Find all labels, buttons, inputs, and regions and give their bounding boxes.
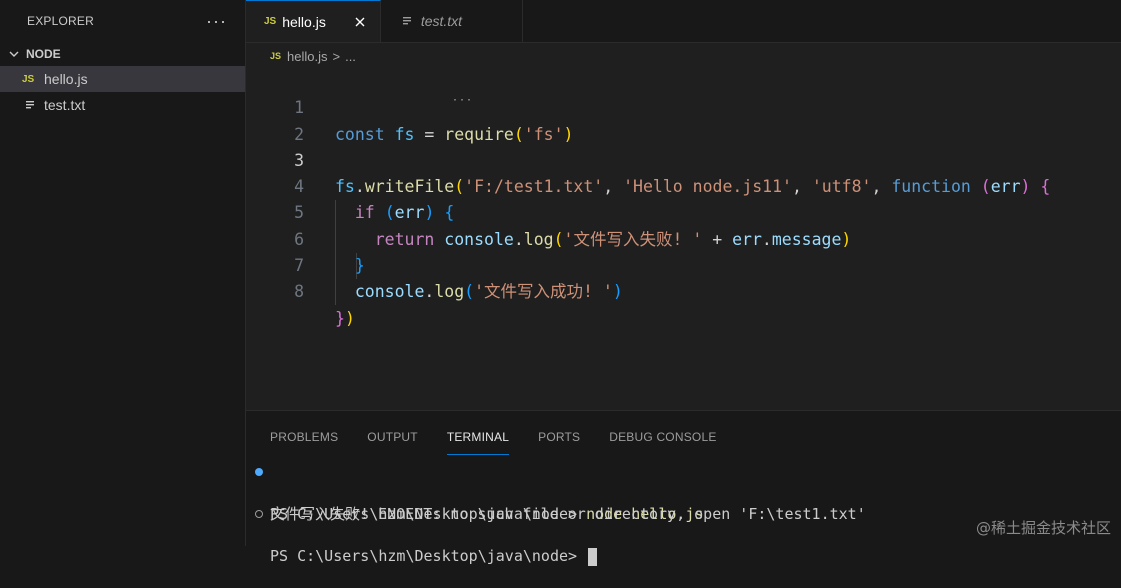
- breadcrumb-rest[interactable]: ...: [345, 49, 356, 64]
- terminal-line: 文件写入失败! ENOENT: no such file or director…: [246, 483, 1121, 523]
- tab-ports[interactable]: PORTS: [538, 430, 580, 455]
- text-file-icon: [22, 99, 38, 111]
- js-file-icon: JS: [270, 51, 282, 61]
- tab-label: hello.js: [282, 13, 326, 30]
- close-icon[interactable]: [352, 14, 368, 30]
- editor-tabbar: JS hello.js test.txt: [246, 0, 1121, 43]
- text-file-icon: [399, 15, 415, 27]
- terminal-prompt: PS C:\Users\hzm\Desktop\java\node>: [270, 547, 587, 565]
- code-line: 1 const fs = require('fs') ···: [246, 69, 1121, 144]
- file-item-test-txt[interactable]: test.txt: [0, 92, 245, 118]
- code-line: 2: [246, 95, 1121, 144]
- file-item-hello-js[interactable]: JS hello.js: [0, 66, 245, 92]
- breadcrumb: JS hello.js > ...: [246, 43, 1121, 69]
- tab-test-txt[interactable]: test.txt: [381, 0, 524, 42]
- folder-label: NODE: [26, 47, 61, 61]
- breadcrumb-separator: >: [332, 48, 341, 64]
- command-pending-icon: [255, 510, 263, 518]
- file-label: hello.js: [44, 71, 88, 87]
- code-line: 5 return console.log('文件写入失败! ' + err.me…: [246, 174, 1121, 248]
- code-text: console.log('文件写入成功! '): [354, 282, 623, 302]
- terminal-line: PS C:\Users\hzm\Desktop\java\node> node …: [246, 462, 1121, 523]
- tab-hello-js[interactable]: JS hello.js: [246, 0, 381, 42]
- terminal-cursor: [588, 547, 598, 566]
- line-number: 8: [294, 282, 304, 302]
- tab-problems[interactable]: PROBLEMS: [270, 430, 338, 455]
- breadcrumb-file[interactable]: hello.js: [287, 49, 327, 64]
- tab-debug-console[interactable]: DEBUG CONSOLE: [609, 430, 716, 455]
- tab-label: test.txt: [420, 13, 463, 29]
- code-line: 6 }: [246, 200, 1121, 275]
- tab-output[interactable]: OUTPUT: [367, 430, 418, 455]
- explorer-title: EXPLORER: [27, 14, 94, 28]
- code-editor[interactable]: 1 const fs = require('fs') ··· 2 3 fs.wr…: [246, 69, 1121, 328]
- chevron-down-icon: [6, 46, 22, 62]
- bottom-panel: PROBLEMS OUTPUT TERMINAL PORTS DEBUG CON…: [246, 410, 1121, 566]
- code-line: 4 if (err) {: [246, 148, 1121, 222]
- more-actions-icon[interactable]: ···: [206, 11, 227, 32]
- explorer-header: EXPLORER ···: [0, 0, 245, 42]
- js-file-icon: JS: [264, 16, 277, 27]
- code-text: }): [335, 308, 355, 328]
- editor-area: JS hello.js test.txt JS hello.js > ... 1…: [246, 0, 1121, 410]
- code-line: 7 console.log('文件写入成功! '): [246, 227, 1121, 301]
- tab-terminal[interactable]: TERMINAL: [446, 430, 510, 455]
- command-success-icon[interactable]: [255, 468, 263, 476]
- watermark: @稀土掘金技术社区: [975, 519, 1111, 537]
- js-file-icon: JS: [22, 73, 35, 85]
- panel-tabs: PROBLEMS OUTPUT TERMINAL PORTS DEBUG CON…: [246, 411, 1121, 455]
- code-line: 8 }): [246, 253, 1121, 327]
- code-line: 3 fs.writeFile('F:/test1.txt', 'Hello no…: [246, 122, 1121, 196]
- file-label: test.txt: [44, 97, 86, 113]
- terminal[interactable]: PS C:\Users\hzm\Desktop\java\node> node …: [246, 462, 1121, 566]
- explorer-sidebar: EXPLORER ··· NODE JS hello.js test.txt: [0, 0, 246, 546]
- folder-node[interactable]: NODE: [0, 42, 245, 66]
